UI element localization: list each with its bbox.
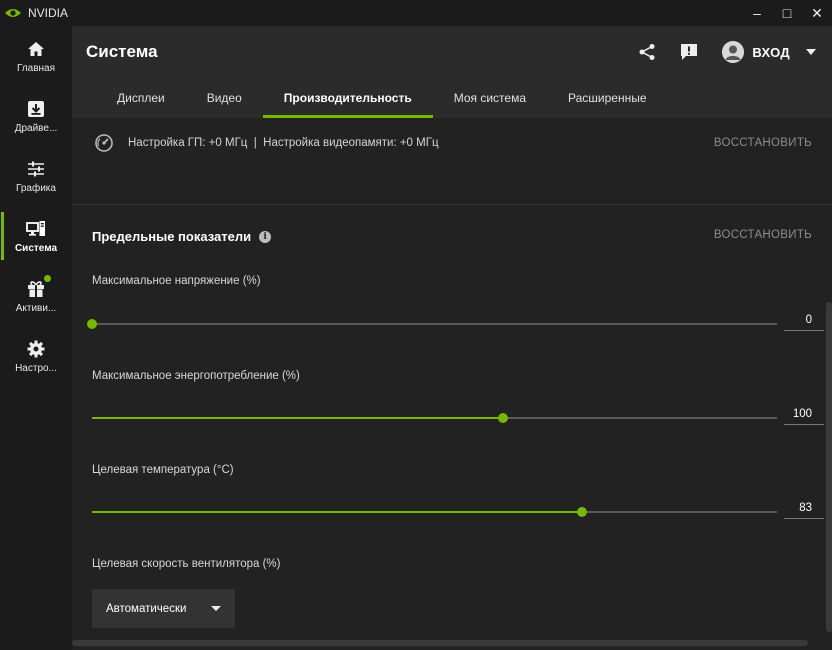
tab-advanced[interactable]: Расширенные [547,78,668,118]
dropdown-value: Автоматически [106,602,187,615]
overclock-summary: Настройка ГП: +0 МГц | Настройка видеопа… [94,133,439,153]
sidebar-item-graphics[interactable]: Графика [0,146,72,206]
computer-icon [25,218,47,240]
target-temperature-slider[interactable] [92,505,777,519]
info-icon[interactable]: i [259,230,272,243]
slider-thumb[interactable] [87,319,97,329]
download-icon [25,98,47,120]
sidebar-item-home[interactable]: Главная [0,26,72,86]
tab-performance[interactable]: Производительность [262,78,433,118]
sidebar-item-system[interactable]: Система [0,206,72,266]
slider-fill [92,511,582,513]
gift-icon [25,278,47,300]
sidebar-item-rewards[interactable]: Активи... [0,266,72,326]
sliders-icon [25,158,47,180]
chevron-down-icon [806,49,816,55]
max-power-slider[interactable] [92,411,777,425]
slider-label: Целевая температура (°C) [92,464,234,476]
avatar-icon [722,41,745,63]
window-controls: – □ ✕ [742,0,832,26]
login-button[interactable]: ВХОД [722,41,816,63]
overclock-text: Настройка ГП: +0 МГц | Настройка видеопа… [128,137,439,149]
fan-speed-label: Целевая скорость вентилятора (%) [92,558,281,570]
tab-bar: Дисплеи Видео Производительность Моя сис… [72,78,832,118]
main-panel: Система ВХОД Дисплеи Видео Производитель… [72,26,832,650]
sidebar-item-label: Настро... [15,363,57,374]
slider-fill [92,417,503,419]
slider-label: Максимальное энергопотребление (%) [92,370,300,382]
sidebar-item-label: Система [14,243,58,254]
reset-limits-button[interactable]: ВОССТАНОВИТЬ [714,229,812,241]
app-title: NVIDIA [28,6,69,20]
reset-overclock-button[interactable]: ВОССТАНОВИТЬ [714,137,812,149]
sidebar-item-drivers[interactable]: Драйве... [0,86,72,146]
header-actions: ВХОД [636,26,832,78]
minimize-button[interactable]: – [742,0,772,26]
maximize-button[interactable]: □ [772,0,802,26]
tab-video[interactable]: Видео [186,78,263,118]
page-title: Система [86,42,158,61]
fan-speed-dropdown[interactable]: Автоматически [92,589,235,628]
performance-content: Настройка ГП: +0 МГц | Настройка видеопа… [72,118,832,650]
speedometer-icon [94,133,114,153]
page-header: Система ВХОД [72,26,832,78]
nvidia-logo-icon [4,6,24,20]
section-title: Предельные показатели i [92,229,272,244]
gear-icon [25,338,47,360]
home-icon [25,38,47,60]
sidebar: Главная Драйве... Графика Система Активи… [0,26,72,650]
title-bar: NVIDIA – □ ✕ [0,0,832,26]
sidebar-item-settings[interactable]: Настро... [0,326,72,386]
slider-value[interactable]: 83 [784,501,824,519]
limits-title: Предельные показатели [92,229,252,244]
sidebar-item-label: Драйве... [14,123,58,134]
slider-label: Максимальное напряжение (%) [92,275,261,287]
divider [72,204,832,205]
slider-value[interactable]: 0 [784,313,824,331]
chevron-down-icon [211,606,221,611]
share-icon[interactable] [636,41,658,63]
sidebar-item-label: Главная [16,63,56,74]
tab-displays[interactable]: Дисплеи [96,78,186,118]
feedback-icon[interactable] [678,41,700,63]
notification-dot [44,275,51,282]
slider-value[interactable]: 100 [784,407,824,425]
sidebar-item-label: Графика [16,183,56,194]
sidebar-item-label: Активи... [15,303,57,314]
slider-thumb[interactable] [576,507,587,517]
vertical-scrollbar[interactable] [826,302,832,632]
close-button[interactable]: ✕ [802,0,832,26]
max-voltage-slider[interactable] [87,317,777,331]
slider-track [92,323,777,325]
tab-my-system[interactable]: Моя система [433,78,547,118]
slider-thumb[interactable] [498,413,508,423]
login-label: ВХОД [752,44,790,60]
horizontal-scrollbar[interactable] [72,640,808,646]
